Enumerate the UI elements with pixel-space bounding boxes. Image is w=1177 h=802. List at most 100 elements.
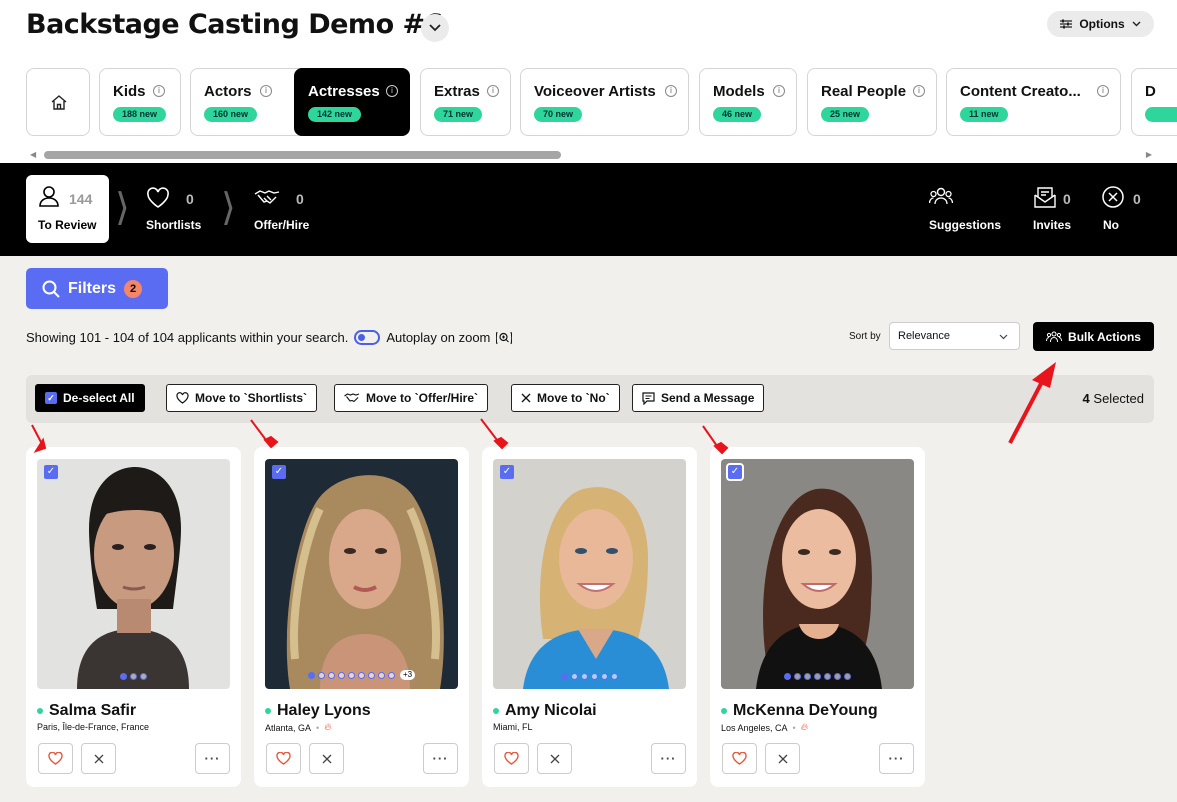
select-checkbox[interactable]: ✓ bbox=[500, 465, 514, 479]
carousel-dot[interactable] bbox=[814, 673, 821, 680]
shortlist-heart-button[interactable] bbox=[722, 743, 757, 774]
autoplay-toggle[interactable] bbox=[354, 330, 381, 345]
stage-to-review[interactable]: 144 To Review bbox=[26, 175, 109, 243]
carousel-dot[interactable] bbox=[327, 671, 335, 679]
carousel-dot[interactable] bbox=[611, 673, 618, 680]
carousel-dot[interactable] bbox=[347, 671, 355, 679]
carousel-dot[interactable] bbox=[140, 673, 147, 680]
carousel-dot[interactable] bbox=[120, 673, 127, 680]
applicant-name[interactable]: Amy Nicolai bbox=[493, 702, 597, 720]
carousel-dot[interactable] bbox=[337, 671, 345, 679]
move-to-shortlists-button[interactable]: Move to `Shortlists` bbox=[166, 384, 318, 412]
filters-button[interactable]: Filters 2 bbox=[26, 268, 168, 309]
carousel-dot[interactable] bbox=[561, 673, 568, 680]
info-icon[interactable]: i bbox=[386, 85, 398, 97]
stage-offer-hire[interactable]: 0 Offer/Hire bbox=[254, 175, 334, 243]
applicant-card[interactable]: ✓ +3 Haley Lyons Atlanta, GA • 🔥︎ ··· bbox=[254, 447, 469, 787]
photo-carousel-dots[interactable]: +3 bbox=[265, 670, 458, 680]
carousel-dot[interactable] bbox=[824, 673, 831, 680]
category-scrollbar[interactable]: ◀ ▶ bbox=[30, 150, 1152, 160]
applicant-photo[interactable]: ✓ bbox=[37, 459, 230, 689]
carousel-dot[interactable] bbox=[357, 671, 365, 679]
reject-button[interactable] bbox=[537, 743, 572, 774]
info-icon[interactable]: i bbox=[1097, 85, 1109, 97]
tab-extras[interactable]: Extras i 71 new bbox=[420, 68, 511, 136]
applicant-name[interactable]: Salma Safir bbox=[37, 702, 136, 720]
invites-button[interactable]: 0 Invites bbox=[1033, 175, 1083, 243]
carousel-dot[interactable] bbox=[834, 673, 841, 680]
applicant-name[interactable]: McKenna DeYoung bbox=[721, 702, 878, 720]
carousel-dot[interactable] bbox=[367, 671, 375, 679]
info-icon[interactable]: i bbox=[665, 85, 677, 97]
scroll-left-icon[interactable]: ◀ bbox=[30, 150, 36, 159]
photo-carousel-dots[interactable] bbox=[37, 673, 230, 680]
stage-shortlists[interactable]: 0 Shortlists bbox=[146, 175, 216, 243]
shortlist-heart-button[interactable] bbox=[38, 743, 73, 774]
suggestions-button[interactable]: Suggestions bbox=[929, 175, 1009, 243]
more-options-button[interactable]: ··· bbox=[651, 743, 686, 774]
carousel-dot[interactable] bbox=[387, 671, 395, 679]
carousel-dot[interactable] bbox=[794, 673, 801, 680]
tab-partial[interactable]: D bbox=[1131, 68, 1177, 136]
tab-real-people[interactable]: Real People i 25 new bbox=[807, 68, 937, 136]
reject-button[interactable] bbox=[309, 743, 344, 774]
move-to-offer-hire-button[interactable]: Move to `Offer/Hire` bbox=[334, 384, 489, 412]
select-checkbox[interactable]: ✓ bbox=[272, 465, 286, 479]
tab-actors[interactable]: Actors i 160 new bbox=[190, 68, 311, 136]
carousel-dot[interactable] bbox=[317, 671, 325, 679]
info-icon[interactable]: i bbox=[487, 85, 499, 97]
carousel-dot[interactable] bbox=[591, 673, 598, 680]
carousel-dot[interactable] bbox=[377, 671, 385, 679]
applicant-card[interactable]: ✓ Amy Nicolai Miami, FL ··· bbox=[482, 447, 697, 787]
scrollbar-thumb[interactable] bbox=[44, 151, 561, 159]
sort-select[interactable]: Relevance bbox=[889, 322, 1020, 350]
carousel-dot[interactable] bbox=[130, 673, 137, 680]
deselect-all-button[interactable]: ✓ De-select All bbox=[35, 384, 145, 412]
reject-button[interactable] bbox=[81, 743, 116, 774]
carousel-dot[interactable] bbox=[571, 673, 578, 680]
select-checkbox[interactable]: ✓ bbox=[726, 463, 744, 481]
applicant-card[interactable]: ✓ McKenna DeYoung Los Angeles, CA • 🔥︎ ··· bbox=[710, 447, 925, 787]
scroll-right-icon[interactable]: ▶ bbox=[1146, 150, 1152, 159]
tab-models[interactable]: Models i 46 new bbox=[699, 68, 797, 136]
carousel-dot[interactable] bbox=[581, 673, 588, 680]
tab-content-creators[interactable]: Content Creato... i 11 new bbox=[946, 68, 1121, 136]
more-options-button[interactable]: ··· bbox=[423, 743, 458, 774]
applicant-location-text: Atlanta, GA bbox=[265, 722, 312, 733]
applicant-photo[interactable]: ✓ bbox=[721, 459, 914, 689]
no-button[interactable]: 0 No bbox=[1102, 175, 1147, 243]
info-icon[interactable]: i bbox=[773, 85, 785, 97]
tab-voiceover-artists[interactable]: Voiceover Artists i 70 new bbox=[520, 68, 689, 136]
move-to-no-button[interactable]: Move to `No` bbox=[511, 384, 620, 412]
bulk-actions-button[interactable]: Bulk Actions bbox=[1033, 322, 1154, 351]
carousel-dot[interactable] bbox=[804, 673, 811, 680]
info-icon[interactable]: i bbox=[260, 85, 272, 97]
photo-carousel-dots[interactable] bbox=[721, 673, 914, 680]
carousel-dot[interactable] bbox=[844, 673, 851, 680]
reject-button[interactable] bbox=[765, 743, 800, 774]
applicant-photo[interactable]: ✓ bbox=[493, 459, 686, 689]
select-checkbox[interactable]: ✓ bbox=[44, 465, 58, 479]
shortlist-heart-button[interactable] bbox=[266, 743, 301, 774]
close-icon bbox=[778, 754, 787, 763]
ellipsis-icon: ··· bbox=[432, 751, 449, 766]
tab-actresses[interactable]: Actresses i 142 new bbox=[294, 68, 410, 136]
applicant-card[interactable]: ✓ Salma Safir Paris, Île-de-France, Fran… bbox=[26, 447, 241, 787]
info-icon[interactable]: i bbox=[153, 85, 165, 97]
applicant-photo[interactable]: ✓ +3 bbox=[265, 459, 458, 689]
chevron-right-icon: ⟩ bbox=[115, 185, 130, 229]
shortlist-heart-button[interactable] bbox=[494, 743, 529, 774]
applicant-name[interactable]: Haley Lyons bbox=[265, 702, 371, 720]
tab-kids[interactable]: Kids i 188 new bbox=[99, 68, 181, 136]
options-button[interactable]: Options bbox=[1047, 11, 1154, 37]
send-message-button[interactable]: Send a Message bbox=[632, 384, 765, 412]
carousel-dot[interactable] bbox=[307, 671, 315, 679]
photo-carousel-dots[interactable] bbox=[493, 673, 686, 680]
carousel-dot[interactable] bbox=[601, 673, 608, 680]
project-dropdown-button[interactable] bbox=[421, 14, 449, 42]
carousel-dot[interactable] bbox=[784, 673, 791, 680]
more-options-button[interactable]: ··· bbox=[195, 743, 230, 774]
tab-home[interactable] bbox=[26, 68, 90, 136]
info-icon[interactable]: i bbox=[913, 85, 925, 97]
more-options-button[interactable]: ··· bbox=[879, 743, 914, 774]
